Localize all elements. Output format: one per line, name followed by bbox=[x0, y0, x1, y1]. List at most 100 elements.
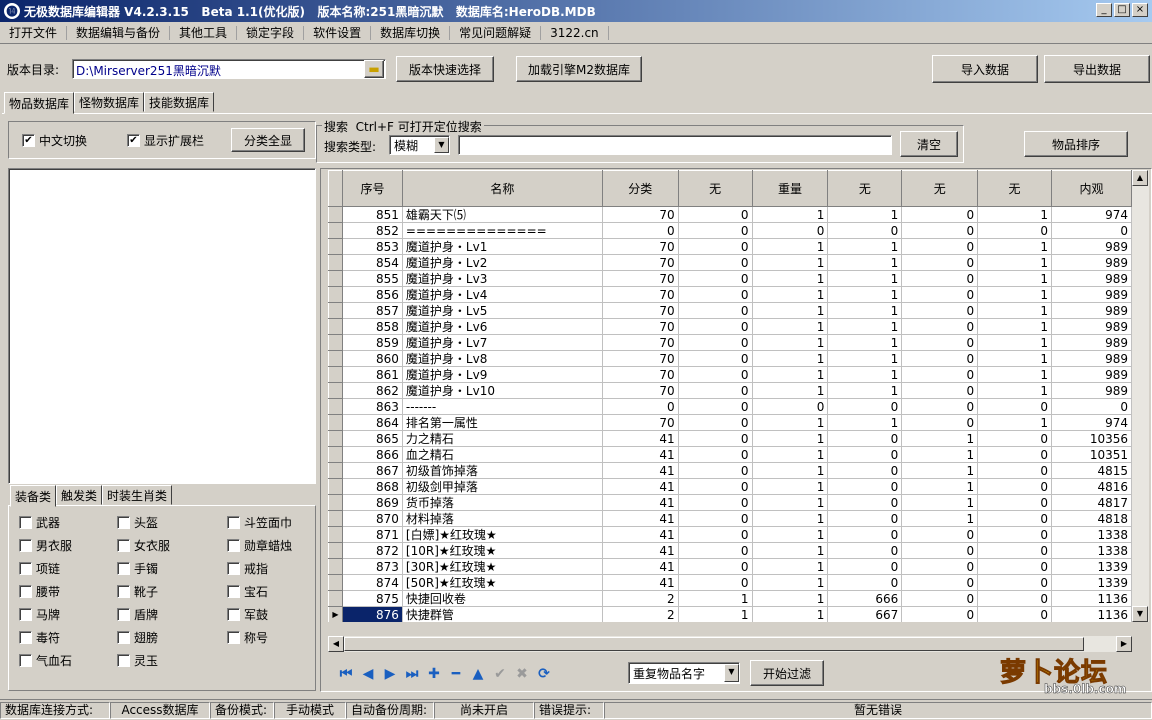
menu-item[interactable]: 数据编辑与备份 bbox=[67, 25, 171, 40]
column-header[interactable]: 序号 bbox=[341, 170, 403, 207]
confirm-icon[interactable]: ✔ bbox=[490, 664, 510, 684]
table-row[interactable]: 863 ------- 0 0 0 0 0 0 0 bbox=[328, 398, 1132, 415]
table-row[interactable]: 865 力之精石 41 0 1 0 1 0 10356 bbox=[328, 430, 1132, 447]
chevron-down-icon[interactable]: ▼ bbox=[724, 664, 739, 682]
table-row[interactable]: 862 魔道护身・Lv10 70 0 1 1 0 1 989 bbox=[328, 382, 1132, 399]
first-icon[interactable]: ⏮ bbox=[336, 664, 356, 684]
category-checkbox[interactable]: 盾牌 bbox=[117, 606, 158, 623]
items-grid[interactable]: 序号 名称 分类无重量无无无内观 851 雄霸天下⑸ 70 0 1 1 0 1 974 852 ====… bbox=[328, 170, 1132, 622]
checkbox-box[interactable] bbox=[19, 608, 32, 621]
category-checkbox[interactable]: 头盔 bbox=[117, 514, 158, 531]
menu-item[interactable]: 其他工具 bbox=[170, 25, 238, 40]
checkbox-box[interactable] bbox=[19, 585, 32, 598]
up-icon[interactable]: ▲ bbox=[468, 664, 488, 684]
table-row[interactable]: 872 [10R]★红玫瑰★ 41 0 1 0 0 0 1338 bbox=[328, 542, 1132, 559]
table-row[interactable]: 868 初级剑甲掉落 41 0 1 0 1 0 4816 bbox=[328, 478, 1132, 495]
column-header[interactable]: 无 bbox=[901, 170, 979, 207]
category-checkbox[interactable]: 斗笠面巾 bbox=[227, 514, 292, 531]
category-checkbox[interactable]: 戒指 bbox=[227, 560, 268, 577]
checkbox-box[interactable] bbox=[117, 562, 130, 575]
table-row[interactable]: 867 初级首饰掉落 41 0 1 0 1 0 4815 bbox=[328, 462, 1132, 479]
table-row[interactable]: 857 魔道护身・Lv5 70 0 1 1 0 1 989 bbox=[328, 302, 1132, 319]
checkbox-box[interactable] bbox=[19, 631, 32, 644]
category-checkbox[interactable]: 手镯 bbox=[117, 560, 158, 577]
refresh-icon[interactable]: ⟳ bbox=[534, 664, 554, 684]
show-all-category-button[interactable]: 分类全显 bbox=[231, 128, 305, 152]
category-checkbox[interactable]: 勋章蜡烛 bbox=[227, 537, 292, 554]
category-checkbox[interactable]: 宝石 bbox=[227, 583, 268, 600]
table-row[interactable]: 858 魔道护身・Lv6 70 0 1 1 0 1 989 bbox=[328, 318, 1132, 335]
column-header[interactable]: 名称 bbox=[401, 170, 603, 207]
horizontal-scrollbar[interactable]: ◀ ▶ bbox=[328, 636, 1132, 652]
checkbox-box[interactable] bbox=[19, 516, 32, 529]
table-row[interactable]: 874 [50R]★红玫瑰★ 41 0 1 0 0 0 1339 bbox=[328, 574, 1132, 591]
table-row[interactable]: 864 排名第一属性 70 0 1 1 0 1 974 bbox=[328, 414, 1132, 431]
column-header[interactable]: 无 bbox=[677, 170, 753, 207]
table-row[interactable]: 870 材料掉落 41 0 1 0 1 0 4818 bbox=[328, 510, 1132, 527]
category-checkbox[interactable]: 毒符 bbox=[19, 629, 60, 646]
checkbox-box[interactable] bbox=[117, 585, 130, 598]
maximize-button[interactable]: □ bbox=[1114, 3, 1130, 17]
checkbox-box[interactable] bbox=[227, 585, 240, 598]
table-row[interactable]: 860 魔道护身・Lv8 70 0 1 1 0 1 989 bbox=[328, 350, 1132, 367]
checkbox-box[interactable] bbox=[19, 562, 32, 575]
sort-items-button[interactable]: 物品排序 bbox=[1024, 131, 1128, 157]
checkbox-box[interactable] bbox=[117, 654, 130, 667]
menu-item[interactable]: 软件设置 bbox=[304, 25, 372, 40]
show-ext-checkbox[interactable]: ✔ 显示扩展栏 bbox=[127, 132, 204, 149]
category-tab-0[interactable]: 装备类 bbox=[10, 485, 57, 507]
checkbox-box[interactable] bbox=[117, 631, 130, 644]
clear-button[interactable]: 清空 bbox=[900, 131, 958, 157]
menu-item[interactable]: 常见问题解疑 bbox=[450, 25, 542, 40]
checkbox-box[interactable] bbox=[227, 516, 240, 529]
menu-item[interactable]: 锁定字段 bbox=[237, 25, 305, 40]
search-type-select[interactable]: 模糊 ▼ bbox=[389, 135, 450, 155]
tab-0[interactable]: 物品数据库 bbox=[4, 92, 75, 114]
menu-item[interactable]: 数据库切换 bbox=[371, 25, 451, 40]
table-row[interactable]: 855 魔道护身・Lv3 70 0 1 1 0 1 989 bbox=[328, 270, 1132, 287]
load-m2-button[interactable]: 加载引擎M2数据库 bbox=[516, 56, 642, 82]
table-row[interactable]: 871 [白嫖]★红玫瑰★ 41 0 1 0 0 0 1338 bbox=[328, 526, 1132, 543]
checkbox-box[interactable] bbox=[227, 539, 240, 552]
table-row[interactable]: 852 ============== 0 0 0 0 0 0 0 bbox=[328, 222, 1132, 239]
quick-select-button[interactable]: 版本快速选择 bbox=[396, 56, 494, 82]
checkbox-box[interactable] bbox=[227, 631, 240, 644]
scroll-thumb[interactable] bbox=[344, 637, 1084, 651]
version-dir-input[interactable]: D:\Mirserver251黑暗沉默 bbox=[72, 59, 386, 79]
category-checkbox[interactable]: 马牌 bbox=[19, 606, 60, 623]
scroll-up-icon[interactable]: ▲ bbox=[1132, 170, 1148, 186]
menu-item[interactable]: 打开文件 bbox=[0, 25, 68, 40]
checkbox-box[interactable] bbox=[117, 539, 130, 552]
scroll-down-icon[interactable]: ▼ bbox=[1132, 606, 1148, 622]
table-row[interactable]: 856 魔道护身・Lv4 70 0 1 1 0 1 989 bbox=[328, 286, 1132, 303]
scroll-left-icon[interactable]: ◀ bbox=[328, 636, 344, 652]
scroll-right-icon[interactable]: ▶ bbox=[1116, 636, 1132, 652]
category-checkbox[interactable]: 靴子 bbox=[117, 583, 158, 600]
checkbox-box[interactable] bbox=[227, 608, 240, 621]
column-header[interactable]: 无 bbox=[827, 170, 903, 207]
column-header[interactable]: 分类 bbox=[601, 170, 679, 207]
next-icon[interactable]: ▶ bbox=[380, 664, 400, 684]
category-checkbox[interactable]: 男衣服 bbox=[19, 537, 72, 554]
item-tree-panel[interactable] bbox=[8, 168, 316, 484]
category-checkbox[interactable]: 军鼓 bbox=[227, 606, 268, 623]
category-checkbox[interactable]: 女衣服 bbox=[117, 537, 170, 554]
category-checkbox[interactable]: 气血石 bbox=[19, 652, 72, 669]
category-checkbox[interactable]: 称号 bbox=[227, 629, 268, 646]
table-row[interactable]: 866 血之精石 41 0 1 0 1 0 10351 bbox=[328, 446, 1132, 463]
category-checkbox[interactable]: 腰带 bbox=[19, 583, 60, 600]
search-input[interactable] bbox=[458, 135, 892, 155]
chevron-down-icon[interactable]: ▼ bbox=[434, 137, 449, 153]
checkbox-box[interactable] bbox=[19, 654, 32, 667]
add-icon[interactable]: ✚ bbox=[424, 664, 444, 684]
category-tab-1[interactable]: 触发类 bbox=[56, 485, 103, 505]
category-checkbox[interactable]: 灵玉 bbox=[117, 652, 158, 669]
filter-select[interactable]: 重复物品名字 ▼ bbox=[628, 662, 740, 684]
cancel-icon[interactable]: ✖ bbox=[512, 664, 532, 684]
minimize-button[interactable]: _ bbox=[1096, 3, 1112, 17]
prev-icon[interactable]: ◀ bbox=[358, 664, 378, 684]
checkbox-box[interactable] bbox=[117, 516, 130, 529]
table-row[interactable]: 873 [30R]★红玫瑰★ 41 0 1 0 0 0 1339 bbox=[328, 558, 1132, 575]
export-button[interactable]: 导出数据 bbox=[1044, 55, 1150, 83]
category-checkbox[interactable]: 项链 bbox=[19, 560, 60, 577]
